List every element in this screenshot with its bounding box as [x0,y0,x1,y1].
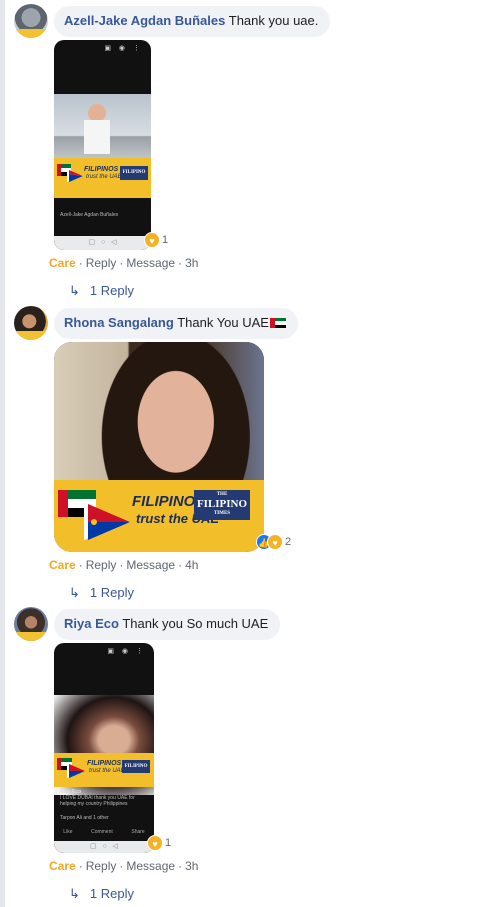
avatar[interactable] [14,4,48,38]
phone-nav-bar: ▢ ○ ◁ [54,841,154,853]
avatar[interactable] [14,607,48,641]
comment-bubble: Azell-Jake Agdan Buñales Thank you uae. [54,6,331,37]
replies-count[interactable]: 1 Reply [90,585,134,600]
comment-time[interactable]: 4h [185,558,198,572]
reply-arrow-icon: ↳ [69,886,80,901]
message-button[interactable]: Message [126,859,175,873]
post-caption: Azell-Jake Agdan Buñales [60,212,119,218]
comment-actions: Care · Reply · Message · 3h [49,859,199,873]
comment-time[interactable]: 3h [185,256,198,270]
filipinos-banner: FILIPINOS trust the UAE FILIPINO [54,753,154,787]
reply-arrow-icon: ↳ [69,585,80,600]
comment-author[interactable]: Azell-Jake Agdan Buñales [64,13,225,28]
care-emoji-icon: ♥ [144,232,160,248]
comment-text: Thank you uae. [228,13,319,28]
message-button[interactable]: Message [126,558,175,572]
view-replies-link[interactable]: ↳ 1 Reply [69,283,134,299]
like-label: Like [63,829,73,835]
banner-subtitle: trust the UAE [89,768,125,774]
comment-bubble: Rhona Sangalang Thank You UAE [54,308,298,339]
banner-subtitle: trust the UAE [86,174,122,180]
comment-actions: Care · Reply · Message · 4h [49,558,199,572]
comment-actions: Care · Reply · Message · 3h [49,256,199,270]
flags-icon [58,490,130,540]
phone-nav-bar: ▢ ○ ◁ [54,236,151,250]
comment-author[interactable]: Rhona Sangalang [64,315,174,330]
avatar[interactable] [14,306,48,340]
comment-image[interactable]: ▣ ◉ ⋮ FILIPINOS trust the UAE FILIPINO R… [54,643,154,853]
flags-icon [57,758,85,778]
reply-button[interactable]: Reply [86,558,117,572]
comment-image[interactable]: ▣ ◉ ⋮ FILIPINOS trust the UAE FILIPINO A… [54,40,151,250]
brand-logo: FILIPINO [120,166,148,180]
care-button[interactable]: Care [49,558,76,572]
comment-label: Comment [91,829,113,835]
view-replies-link[interactable]: ↳ 1 Reply [69,886,134,902]
banner-title: FILIPINOS [84,166,119,173]
brand-logo: THE FILIPINO TIMES [194,490,250,520]
share-label: Share [131,829,145,835]
care-emoji-icon: ♥ [267,534,283,550]
reaction-summary[interactable]: 👍 ♥ 2 [256,534,291,550]
message-button[interactable]: Message [126,256,175,270]
comment-time[interactable]: 3h [185,859,198,873]
reply-arrow-icon: ↳ [69,283,80,298]
reaction-summary[interactable]: ♥ 1 [147,835,171,851]
view-replies-link[interactable]: ↳ 1 Reply [69,585,134,601]
replies-count[interactable]: 1 Reply [90,886,134,901]
brand-logo: FILIPINO [122,760,150,773]
left-border [0,0,5,907]
comment-image[interactable]: FILIPINOS trust the UAE THE FILIPINO TIM… [54,342,264,552]
reply-button[interactable]: Reply [86,859,117,873]
filipinos-banner: FILIPINOS trust the UAE THE FILIPINO TIM… [54,480,264,552]
care-emoji-icon: ♥ [147,835,163,851]
reaction-summary[interactable]: ♥ 1 [144,232,168,248]
comment-author[interactable]: Riya Eco [64,616,119,631]
post-caption: I LOVE DUBAI thank you UAE for helping m… [60,795,135,807]
flags-icon [57,164,83,182]
filipinos-banner: FILIPINOS trust the UAE FILIPINO [54,158,151,198]
post-actions: Like Comment Share [54,829,154,841]
comment-text: Thank You UAE [177,315,269,330]
banner-title: FILIPINOS [87,760,122,767]
uae-flag-icon [269,318,286,328]
reply-button[interactable]: Reply [86,256,117,270]
replies-count[interactable]: 1 Reply [90,283,134,298]
care-button[interactable]: Care [49,859,76,873]
post-reactions: Tarpon Ali and 1 other [60,815,109,821]
comment-text: Thank you So much UAE [122,616,269,631]
comment-bubble: Riya Eco Thank you So much UAE [54,609,281,640]
care-button[interactable]: Care [49,256,76,270]
